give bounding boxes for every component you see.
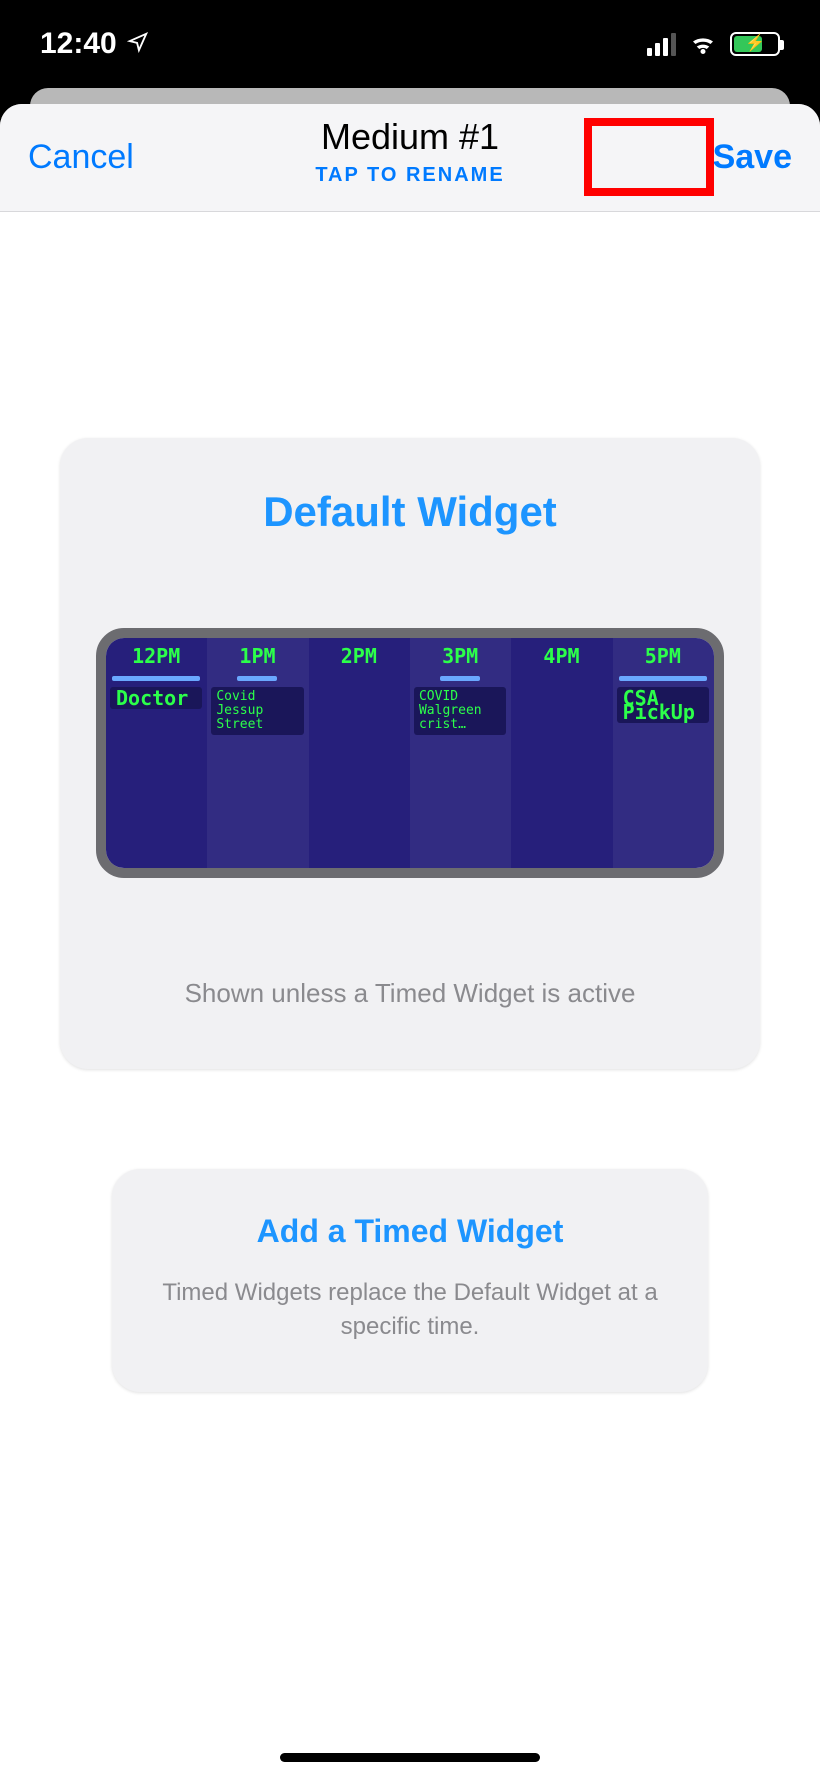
calendar-event: CSA PickUp <box>617 687 709 723</box>
calendar-time-label: 3PM <box>410 644 510 668</box>
calendar-time-label: 5PM <box>613 644 713 668</box>
calendar-event-bar <box>237 676 277 681</box>
cellular-signal-icon <box>647 33 676 56</box>
calendar-event: Covid Jessup Street <box>211 687 303 735</box>
default-widget-card[interactable]: Default Widget 12PM Doctor1PM Covid Jessup… <box>60 438 760 1069</box>
calendar-event-bar <box>440 676 480 681</box>
battery-charging-icon: ⚡ <box>730 32 780 56</box>
tap-to-rename-label[interactable]: TAP TO RENAME <box>0 164 820 187</box>
modal-sheet: Cancel Medium #1 TAP TO RENAME Save Defa… <box>0 104 820 1776</box>
calendar-event-bar <box>112 676 200 681</box>
calendar-column: 4PM <box>511 638 612 868</box>
location-icon <box>127 27 149 61</box>
nav-bar: Cancel Medium #1 TAP TO RENAME Save <box>0 104 820 212</box>
status-bar: 12:40 ⚡ <box>0 0 820 88</box>
status-time: 12:40 <box>40 27 117 61</box>
default-widget-heading: Default Widget <box>96 488 724 536</box>
calendar-preview-frame: 12PM Doctor1PM Covid Jessup Street2PM3PM CO… <box>96 628 724 878</box>
calendar-event: Doctor <box>110 687 202 709</box>
calendar-event-bar <box>619 676 707 681</box>
nav-title[interactable]: Medium #1 <box>0 116 820 158</box>
add-timed-widget-heading: Add a Timed Widget <box>142 1213 678 1250</box>
calendar-column: 12PM Doctor <box>106 638 207 868</box>
wifi-icon <box>688 29 718 59</box>
default-widget-caption: Shown unless a Timed Widget is active <box>96 978 724 1009</box>
calendar-event: COVID Walgreen crist… <box>414 687 506 735</box>
calendar-time-label: 4PM <box>511 644 611 668</box>
calendar-preview: 12PM Doctor1PM Covid Jessup Street2PM3PM CO… <box>106 638 714 868</box>
calendar-time-label: 1PM <box>207 644 307 668</box>
calendar-column: 3PM COVID Walgreen crist… <box>410 638 511 868</box>
calendar-time-label: 2PM <box>309 644 409 668</box>
calendar-column: 2PM <box>309 638 410 868</box>
add-timed-widget-card[interactable]: Add a Timed Widget Timed Widgets replace… <box>112 1169 708 1392</box>
calendar-column: 5PM CSA PickUp <box>613 638 714 868</box>
home-indicator[interactable] <box>280 1753 540 1762</box>
add-timed-widget-caption: Timed Widgets replace the Default Widget… <box>142 1276 678 1344</box>
content-area: Default Widget 12PM Doctor1PM Covid Jessup… <box>0 212 820 1776</box>
calendar-column: 1PM Covid Jessup Street <box>207 638 308 868</box>
calendar-time-label: 12PM <box>106 644 206 668</box>
